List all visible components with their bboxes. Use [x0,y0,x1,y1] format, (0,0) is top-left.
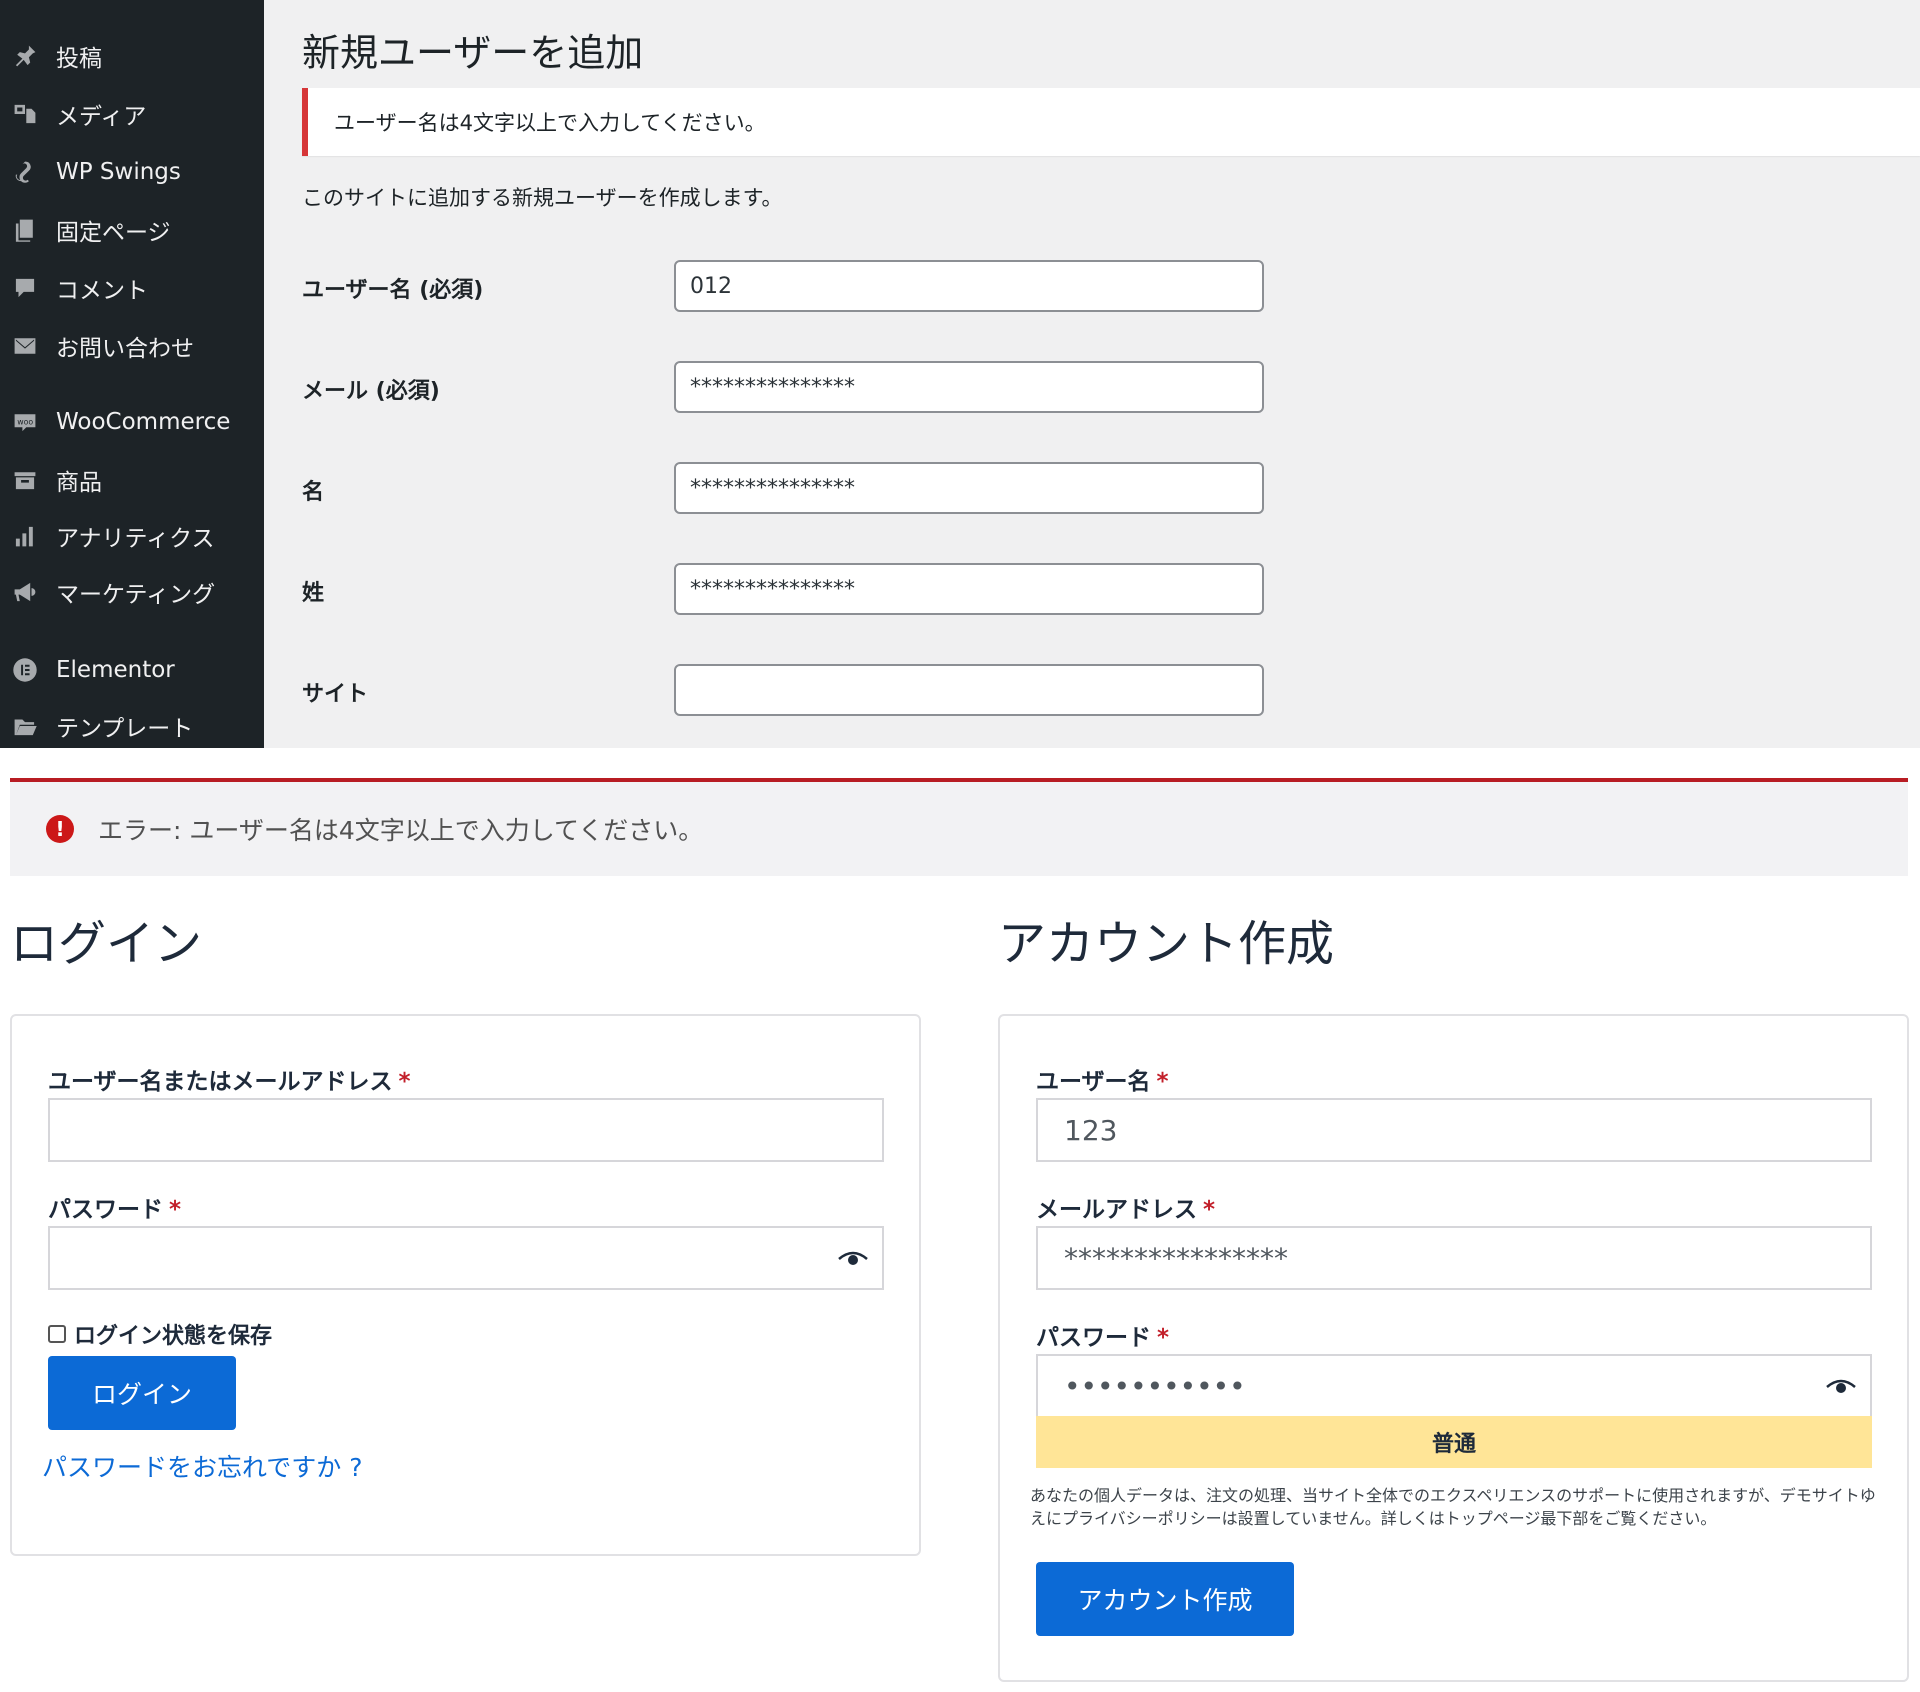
sidebar-item-comments[interactable]: コメント [0,264,264,312]
sidebar-item-templates[interactable]: テンプレート [0,702,264,750]
username-label: ユーザー名 (必須) [302,278,484,303]
login-form: ユーザー名またはメールアドレス * パスワード * ログイン状態を保存 ログイン パ… [10,1014,921,1556]
media-icon [10,99,40,129]
register-username-label: ユーザー名 * [1036,1062,1169,1096]
lost-password-link[interactable]: パスワードをお忘れですか ? [42,1448,362,1484]
sidebar-item-marketing[interactable]: マーケティング [0,568,264,616]
last-name-label: 姓 [302,581,325,606]
sidebar-item-products[interactable]: 商品 [0,456,264,504]
alert-icon: ! [46,815,74,843]
wp-admin-screen: 投稿 メディア WP Swings 固定ページ コメント お問い合わせ woo … [0,0,1920,748]
wp-swings-icon [10,157,40,187]
sidebar-item-pages[interactable]: 固定ページ [0,206,264,254]
privacy-notice: あなたの個人データは、注文の処理、当サイト全体でのエクスペリエンスのサポートに使… [1030,1486,1876,1528]
page-icon [10,215,40,245]
login-button[interactable]: ログイン [48,1356,236,1430]
email-label: メール (必須) [302,379,440,404]
website-label: サイト [302,682,369,707]
last-name-row: 姓 [302,563,1302,615]
first-name-label: 名 [302,480,325,505]
remember-me-checkbox[interactable] [48,1325,66,1343]
error-message: エラー: ユーザー名は4文字以上で入力してください。 [98,816,704,845]
required-mark: * [1156,1069,1169,1095]
required-mark: * [169,1197,182,1223]
last-name-input[interactable] [674,563,1264,615]
login-username-label: ユーザー名またはメールアドレス * [48,1062,411,1096]
sidebar-item-posts[interactable]: 投稿 [0,32,264,80]
sidebar-item-media[interactable]: メディア [0,90,264,138]
sidebar-item-contact[interactable]: お問い合わせ [0,322,264,370]
username-input[interactable] [674,260,1264,312]
svg-text:woo: woo [17,418,33,427]
login-password-input[interactable] [48,1226,884,1290]
register-username-label-text: ユーザー名 [1036,1069,1151,1095]
login-password-label-text: パスワード [48,1197,163,1223]
sidebar-item-label: テンプレート [56,716,194,742]
register-username-input[interactable] [1036,1098,1872,1162]
sidebar-item-label: 投稿 [56,46,102,72]
show-password-icon[interactable] [838,1248,868,1268]
add-user-main: 新規ユーザーを追加 ユーザー名は4文字以上で入力してください。 このサイトに追加… [264,0,1920,748]
website-row: サイト [302,664,1302,716]
elementor-icon [10,655,40,685]
email-input[interactable] [674,361,1264,413]
folder-icon [10,711,40,741]
remember-me-row[interactable]: ログイン状態を保存 [48,1318,272,1350]
register-button[interactable]: アカウント作成 [1036,1562,1294,1636]
page-title: 新規ユーザーを追加 [302,31,644,75]
sidebar-item-label: アナリティクス [56,526,215,552]
sidebar-item-label: お問い合わせ [56,336,194,362]
sidebar-item-label: Elementor [56,657,175,683]
register-password-input[interactable] [1036,1354,1872,1418]
woo-error-banner: ! エラー: ユーザー名は4文字以上で入力してください。 [10,778,1908,876]
remember-me-label: ログイン状態を保存 [74,1324,273,1349]
sidebar-item-label: メディア [56,104,147,130]
pin-icon [10,41,40,71]
login-heading: ログイン [10,916,203,972]
archive-icon [10,465,40,495]
login-password-label: パスワード * [48,1190,181,1224]
login-username-label-text: ユーザー名またはメールアドレス [48,1069,393,1095]
bar-chart-icon [10,521,40,551]
register-form: ユーザー名* メールアドレス* パスワード* 普通 あなたの個人データは、注文の… [998,1014,1909,1682]
page-description: このサイトに追加する新規ユーザーを作成します。 [302,186,783,210]
sidebar-item-label: WooCommerce [56,409,231,435]
sidebar-item-label: 商品 [56,470,102,496]
website-input[interactable] [674,664,1264,716]
register-heading: アカウント作成 [998,916,1335,972]
username-row: ユーザー名 (必須) [302,260,1302,312]
required-mark: * [1203,1197,1216,1223]
first-name-row: 名 [302,462,1302,514]
sidebar-item-analytics[interactable]: アナリティクス [0,512,264,560]
error-notice: ユーザー名は4文字以上で入力してください。 [302,88,1920,156]
woo-icon: woo [10,407,40,437]
register-email-label: メールアドレス * [1036,1190,1215,1224]
required-mark: * [398,1069,411,1095]
megaphone-icon [10,577,40,607]
admin-sidebar: 投稿 メディア WP Swings 固定ページ コメント お問い合わせ woo … [0,0,264,748]
comment-icon [10,273,40,303]
register-email-label-text: メールアドレス [1036,1197,1197,1223]
sidebar-item-elementor[interactable]: Elementor [0,646,264,694]
register-password-label: パスワード * [1036,1318,1169,1352]
required-mark: * [1157,1325,1170,1351]
sidebar-item-label: マーケティング [56,582,216,608]
email-row: メール (必須) [302,361,1302,413]
show-password-icon[interactable] [1826,1376,1856,1396]
login-username-input[interactable] [48,1098,884,1162]
sidebar-item-label: 固定ページ [56,220,171,246]
sidebar-item-label: WP Swings [56,159,181,185]
mail-icon [10,331,40,361]
sidebar-item-label: コメント [56,278,148,304]
password-strength-meter: 普通 [1036,1416,1872,1468]
register-email-input[interactable] [1036,1226,1872,1290]
register-password-label-text: パスワード [1036,1325,1151,1351]
first-name-input[interactable] [674,462,1264,514]
sidebar-item-wp-swings[interactable]: WP Swings [0,148,264,196]
sidebar-item-woocommerce[interactable]: woo WooCommerce [0,398,264,446]
